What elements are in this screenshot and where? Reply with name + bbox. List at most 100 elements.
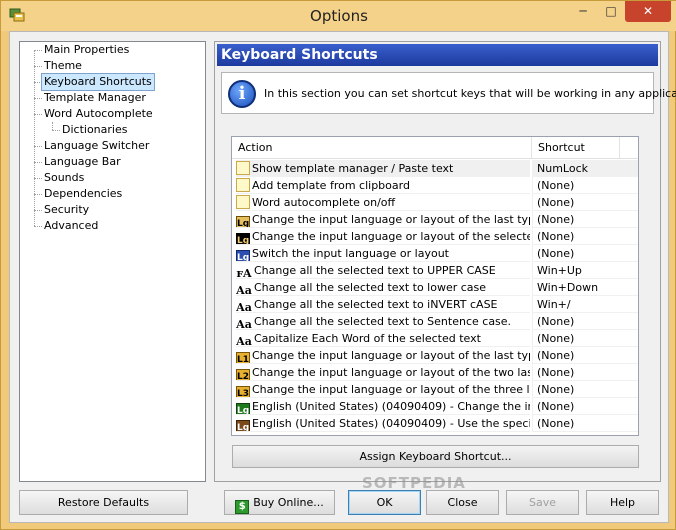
action-cell: L3 Change the input language or layout of… — [236, 381, 530, 398]
action-label: English (United States) (04090409) - Cha… — [252, 400, 530, 413]
action-label: Add template from clipboard — [252, 179, 410, 192]
language-icon: L2 — [236, 369, 250, 380]
table-row[interactable]: Lg Switch the input language or layout (No… — [232, 245, 638, 262]
column-header-shortcut[interactable]: Shortcut — [532, 137, 620, 159]
text-case-icon: Aa — [236, 335, 252, 347]
shortcut-cell: NumLock — [532, 160, 638, 177]
tree-item-dependencies[interactable]: Dependencies — [42, 186, 124, 202]
tree-item-main-properties[interactable]: Main Properties — [42, 42, 131, 58]
tree-item-language-switcher[interactable]: Language Switcher — [42, 138, 151, 154]
language-icon: Lg — [236, 403, 250, 414]
tree-item-dictionaries[interactable]: Dictionaries — [60, 122, 129, 138]
document-icon — [236, 161, 250, 175]
tree-connector — [34, 162, 42, 163]
tree-item-advanced[interactable]: Advanced — [42, 218, 100, 234]
tree-item-language-bar[interactable]: Language Bar — [42, 154, 123, 170]
shortcut-cell: (None) — [532, 194, 638, 211]
action-label: Change the input language or layout of t… — [252, 213, 530, 226]
shortcut-cell: (None) — [532, 330, 638, 347]
shortcuts-panel: Keyboard Shortcuts i In this section you… — [214, 41, 676, 482]
info-icon: i — [228, 80, 256, 108]
options-tree[interactable]: Main Properties Theme Keyboard Shortcuts… — [19, 41, 206, 482]
action-cell: Lg Change the input language or layout of… — [236, 211, 530, 228]
tree-connector — [34, 50, 42, 51]
action-label: Change the input language or layout of t… — [252, 349, 530, 362]
action-cell: Add template from clipboard — [236, 177, 530, 194]
table-row[interactable]: ꜰA Change all the selected text to UPPER … — [232, 262, 638, 279]
close-button[interactable]: Close — [426, 490, 499, 515]
tree-connector — [34, 178, 42, 179]
table-row[interactable]: Lg Change the input language or layout of… — [232, 211, 638, 228]
text-case-icon: ꜰA — [236, 267, 252, 279]
tree-item-template-manager[interactable]: Template Manager — [42, 90, 148, 106]
action-label: Switch the input language or layout — [252, 247, 449, 260]
save-button[interactable]: Save — [506, 490, 579, 515]
restore-defaults-button[interactable]: Restore Defaults — [19, 490, 188, 515]
table-row[interactable]: Lg English (United States) (04090409) - C… — [232, 398, 638, 415]
table-row[interactable]: Aa Change all the selected text to iNVERT… — [232, 296, 638, 313]
shortcut-cell: (None) — [532, 228, 638, 245]
action-cell: Lg Change the input language or layout of… — [236, 228, 530, 245]
help-label: Help — [609, 496, 636, 509]
table-row[interactable]: Aa Capitalize Each Word of the selected t… — [232, 330, 638, 347]
help-button[interactable]: Help — [586, 490, 659, 515]
buy-online-button[interactable]: $ Buy Online... — [224, 490, 335, 515]
shortcut-cell: (None) — [532, 398, 638, 415]
title-bar[interactable]: Options ─ □ ✕ — [1, 1, 676, 31]
action-cell: Aa Change all the selected text to iNVERT… — [236, 296, 530, 313]
tree-connector — [34, 146, 42, 147]
tree-item-security[interactable]: Security — [42, 202, 91, 218]
action-cell: ꜰA Change all the selected text to UPPER … — [236, 262, 530, 279]
table-row[interactable]: Lg Change the input language or layout of… — [232, 228, 638, 245]
tree-connector — [34, 210, 42, 211]
table-row[interactable]: Aa Change all the selected text to Senten… — [232, 313, 638, 330]
shortcut-cell: Win+Down — [532, 279, 638, 296]
assign-shortcut-button[interactable]: Assign Keyboard Shortcut... — [232, 445, 639, 468]
minimize-button[interactable]: ─ — [569, 1, 597, 22]
money-icon: $ — [235, 500, 250, 514]
table-row[interactable]: Add template from clipboard (None) — [232, 177, 638, 194]
table-row[interactable]: Show template manager / Paste text NumLoc… — [232, 160, 638, 177]
action-label: English (United States) (04090409) - Use… — [252, 417, 530, 430]
tree-connector — [52, 130, 60, 131]
shortcuts-list[interactable]: Action Shortcut Show template manager / … — [231, 136, 639, 436]
shortcut-cell: (None) — [532, 211, 638, 228]
tree-item-sounds[interactable]: Sounds — [42, 170, 86, 186]
tree-item-word-autocomplete[interactable]: Word Autocomplete — [42, 106, 155, 122]
table-row[interactable]: L1 Change the input language or layout of… — [232, 347, 638, 364]
table-row[interactable]: Word autocomplete on/off (None) — [232, 194, 638, 211]
table-row[interactable]: L2 Change the input language or layout of… — [232, 364, 638, 381]
action-label: Change all the selected text to iNVERT c… — [254, 298, 498, 311]
shortcut-cell: (None) — [532, 381, 638, 398]
language-icon: Lg — [236, 216, 250, 227]
text-case-icon: Aa — [236, 318, 252, 330]
ok-label: OK — [376, 496, 393, 509]
tree-connector — [34, 50, 35, 226]
text-case-icon: Aa — [236, 301, 252, 313]
table-row[interactable]: Lg English (United States) (04090409) - U… — [232, 415, 638, 432]
action-cell: Show template manager / Paste text — [236, 160, 530, 177]
list-header: Action Shortcut — [232, 137, 638, 159]
action-cell: Lg English (United States) (04090409) - C… — [236, 398, 530, 415]
language-icon: Lg — [236, 250, 250, 261]
action-cell: Lg English (United States) (04090409) - U… — [236, 415, 530, 432]
action-cell: Aa Change all the selected text to Senten… — [236, 313, 530, 330]
table-row[interactable]: Aa Change all the selected text to lower … — [232, 279, 638, 296]
panel-title: Keyboard Shortcuts — [217, 44, 658, 66]
language-icon: Lg — [236, 420, 250, 431]
action-label: Change all the selected text to Sentence… — [254, 315, 512, 328]
tree-connector — [34, 66, 42, 67]
action-cell: Aa Capitalize Each Word of the selected t… — [236, 330, 530, 347]
maximize-button[interactable]: □ — [597, 1, 625, 22]
ok-button[interactable]: OK — [348, 490, 421, 515]
tree-item-keyboard-shortcuts[interactable]: Keyboard Shortcuts — [41, 73, 155, 91]
table-row[interactable]: L3 Change the input language or layout of… — [232, 381, 638, 398]
column-header-action[interactable]: Action — [232, 137, 532, 159]
action-label: Change all the selected text to lower ca… — [254, 281, 487, 294]
save-label: Save — [528, 496, 556, 509]
client-area: Main Properties Theme Keyboard Shortcuts… — [9, 31, 676, 523]
language-icon: L1 — [236, 352, 250, 363]
tree-item-theme[interactable]: Theme — [42, 58, 84, 74]
close-window-button[interactable]: ✕ — [625, 1, 671, 22]
action-cell: Aa Change all the selected text to lower … — [236, 279, 530, 296]
